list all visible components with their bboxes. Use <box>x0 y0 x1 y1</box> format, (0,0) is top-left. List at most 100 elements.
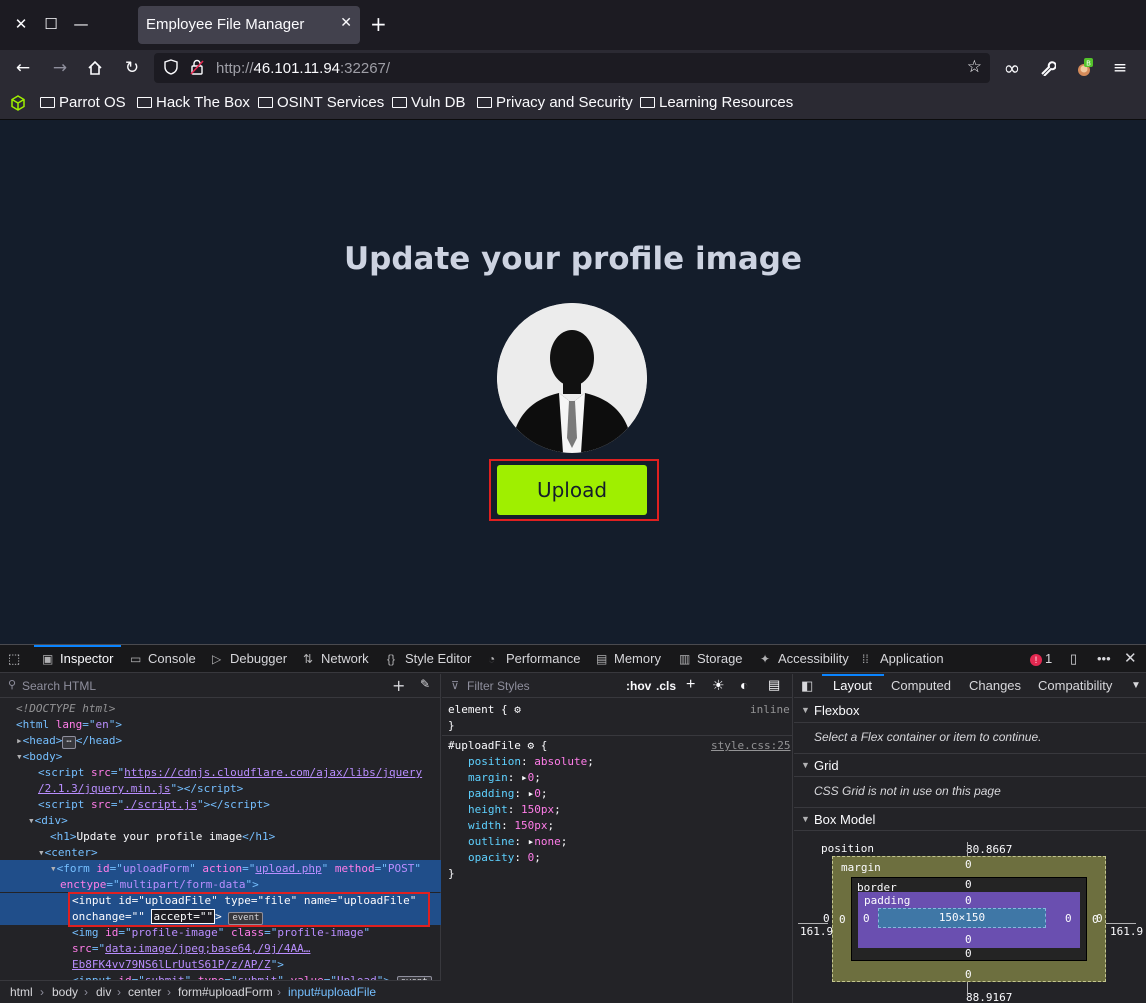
border-top[interactable]: 0 <box>965 878 972 891</box>
chevron-down-icon[interactable]: ▼ <box>1131 680 1141 691</box>
hov-toggle[interactable]: :hov <box>626 679 651 693</box>
breadcrumb-center[interactable]: center <box>128 985 161 999</box>
margin-bottom[interactable]: 0 <box>965 968 972 981</box>
home-icon[interactable] <box>83 56 107 80</box>
tab-accessibility[interactable]: ✦ Accessibility <box>760 651 849 666</box>
bookmark-privacy-and-security[interactable]: Privacy and Security <box>477 94 633 111</box>
declaration-outline[interactable]: outline: ▸none; <box>468 834 567 850</box>
shield-icon[interactable] <box>164 59 178 79</box>
bookmark-vuln-db[interactable]: Vuln DB <box>392 94 465 111</box>
padding-bottom[interactable]: 0 <box>965 933 972 946</box>
declaration-padding[interactable]: padding: ▸0; <box>468 786 547 802</box>
markup-script-jquery[interactable]: <script src="https://cdnjs.cloudflare.co… <box>38 765 422 781</box>
box-position-right[interactable]: 161.9 <box>1110 925 1143 938</box>
box-position-bottom[interactable]: 88.9167 <box>966 991 1012 1003</box>
light-theme-icon[interactable]: ☀ <box>712 677 725 694</box>
flexbox-section-header[interactable]: ▼ Flexbox <box>794 699 1146 723</box>
markup-doctype[interactable]: <!DOCTYPE html> <box>16 701 115 717</box>
box-margin[interactable]: margin 0 0 0 0 border 0 0 padding 0 0 0 … <box>832 856 1106 982</box>
reload-icon[interactable]: ↻ <box>120 56 144 80</box>
bookmark-star-icon[interactable]: ☆ <box>967 57 982 77</box>
tab-network[interactable]: ⇅ Network <box>303 651 369 666</box>
cls-toggle[interactable]: .cls <box>656 679 676 693</box>
url-bar[interactable]: http://46.101.11.94:32267/ ☆ <box>154 53 990 83</box>
tab-performance[interactable]: ◔ Performance <box>488 651 580 666</box>
markup-script-local[interactable]: <script src="./script.js"></script> <box>38 797 270 813</box>
back-icon[interactable]: ← <box>11 56 35 80</box>
private-mask-icon[interactable]: ∞ <box>1000 56 1024 80</box>
declaration-opacity[interactable]: opacity: 0; <box>468 850 541 866</box>
eyedropper-icon[interactable]: ✎ <box>420 677 430 691</box>
browser-tab[interactable]: Employee File Manager ✕ <box>138 6 360 44</box>
markup-div-node[interactable]: ▾<div> <box>28 813 68 829</box>
tab-style-editor[interactable]: {} Style Editor <box>387 651 471 666</box>
error-count-badge[interactable]: ! 1 <box>1030 651 1052 666</box>
print-media-icon[interactable]: ▤ <box>768 677 780 693</box>
extension-icon[interactable]: B <box>1072 56 1096 80</box>
filter-styles-input[interactable]: Filter Styles <box>467 679 530 693</box>
maximize-window-icon[interactable]: ☐ <box>40 13 62 35</box>
box-border[interactable]: border 0 0 padding 0 0 0 0 150×150 <box>851 877 1087 961</box>
url-text[interactable]: http://46.101.11.94:32267/ <box>216 60 390 77</box>
tab-application[interactable]: ⁞⁞ Application <box>862 651 944 666</box>
markup-form-node[interactable]: ▾<form id="uploadForm" action="upload.ph… <box>50 861 421 877</box>
markup-form-enctype[interactable]: enctype="multipart/form-data"> <box>60 877 259 893</box>
tab-debugger[interactable]: ▷ Debugger <box>212 651 287 666</box>
dark-theme-icon[interactable]: ◐ <box>740 677 748 693</box>
tab-compatibility[interactable]: Compatibility <box>1038 678 1112 693</box>
box-content[interactable]: 150×150 <box>878 908 1046 928</box>
breadcrumb-div[interactable]: div <box>96 985 111 999</box>
tab-storage[interactable]: ▥ Storage <box>679 651 743 666</box>
breadcrumb-form[interactable]: form#uploadForm <box>178 985 273 999</box>
wrench-icon[interactable] <box>1036 56 1060 80</box>
breadcrumb-body[interactable]: body <box>52 985 78 999</box>
markup-body-node[interactable]: ▾<body> <box>16 749 62 765</box>
add-node-icon[interactable]: + <box>392 676 405 695</box>
tab-inspector[interactable]: ▣ Inspector <box>42 651 113 666</box>
declaration-margin[interactable]: margin: ▸0; <box>468 770 541 786</box>
forward-icon[interactable]: → <box>48 56 72 80</box>
content-size[interactable]: 150×150 <box>939 911 985 924</box>
border-bottom[interactable]: 0 <box>965 947 972 960</box>
bookmark-osint-services[interactable]: OSINT Services <box>258 94 384 111</box>
element-rule[interactable]: element { ⚙ <box>448 702 521 718</box>
box-position-top[interactable]: 80.8667 <box>966 843 1012 856</box>
more-options-icon[interactable]: ••• <box>1097 651 1111 666</box>
close-devtools-icon[interactable]: ✕ <box>1124 649 1137 667</box>
element-picker-icon[interactable]: ⬚ <box>8 651 20 667</box>
breadcrumb-input[interactable]: input#uploadFile <box>288 985 376 999</box>
box-model-section-header[interactable]: ▼ Box Model <box>794 807 1146 831</box>
markup-img-node[interactable]: <img id="profile-image" class="profile-i… <box>72 925 370 941</box>
padding-top[interactable]: 0 <box>965 894 972 907</box>
margin-top[interactable]: 0 <box>965 858 972 871</box>
declaration-height[interactable]: height: 150px; <box>468 802 561 818</box>
insecure-lock-icon[interactable] <box>190 59 204 79</box>
menu-icon[interactable]: ≡ <box>1108 56 1132 80</box>
markup-center-node[interactable]: ▾<center> <box>38 845 98 861</box>
bookmark-parrot-os[interactable]: Parrot OS <box>40 94 126 111</box>
tab-memory[interactable]: ▤ Memory <box>596 651 661 666</box>
upload-button[interactable]: Upload <box>497 465 647 515</box>
toggle-sidebar-icon[interactable]: ◧ <box>801 678 813 694</box>
tab-computed[interactable]: Computed <box>891 678 951 693</box>
padding-right[interactable]: 0 <box>1065 912 1072 925</box>
tab-layout[interactable]: Layout <box>833 678 872 693</box>
margin-left[interactable]: 0 <box>839 913 846 926</box>
bookmark-hack-the-box[interactable]: Hack The Box <box>137 94 250 111</box>
markup-html-node[interactable]: <html lang="en"> <box>16 717 122 733</box>
markup-script-jquery-cont[interactable]: /2.1.3/jquery.min.js"></script> <box>38 781 243 797</box>
close-window-icon[interactable]: ✕ <box>10 13 32 35</box>
declaration-position[interactable]: position: absolute; <box>468 754 594 770</box>
bookmark-learning-resources[interactable]: Learning Resources <box>640 94 793 111</box>
profile-image[interactable] <box>497 303 647 453</box>
uploadfile-rule-selector[interactable]: #uploadFile ⚙ { <box>448 738 547 754</box>
markup-img-src[interactable]: src="data:image/jpeg;base64,/9j/4AA… <box>72 941 310 957</box>
box-padding[interactable]: padding 0 0 0 0 150×150 <box>858 892 1080 948</box>
markup-head-node[interactable]: ▸<head> ⋯ </head> <box>16 733 122 749</box>
add-rule-icon[interactable]: + <box>686 676 695 694</box>
search-html-input[interactable]: Search HTML <box>22 679 96 693</box>
padding-left[interactable]: 0 <box>863 912 870 925</box>
dock-side-icon[interactable]: ▯ <box>1070 651 1077 667</box>
minimize-window-icon[interactable]: — <box>70 13 92 35</box>
parrot-cube-icon[interactable] <box>10 95 26 115</box>
